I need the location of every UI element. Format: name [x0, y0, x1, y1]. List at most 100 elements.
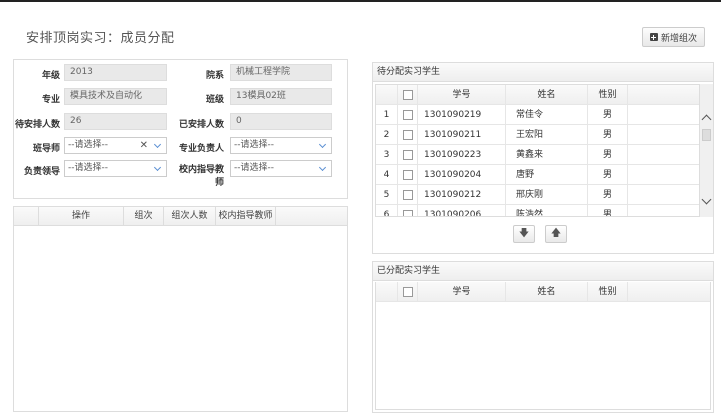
col-name[interactable]: 姓名	[506, 85, 588, 105]
group-grid: 操作 组次 组次人数 校内指导教师	[13, 206, 348, 412]
row-checkbox[interactable]	[403, 210, 413, 216]
student-id-cell: 1301090211	[418, 125, 506, 145]
name-cell: 常佳令	[506, 105, 588, 125]
select-all-cell	[398, 282, 418, 302]
name-cell: 黄鑫来	[506, 145, 588, 165]
move-down-button[interactable]: 🡇	[513, 225, 535, 243]
row-number: 2	[376, 125, 398, 145]
class-field: 13模具02班	[230, 88, 332, 105]
table-row[interactable]: 5 1301090212 邢庆刚男	[376, 185, 710, 205]
scroll-down-icon[interactable]	[701, 194, 712, 205]
chevron-down-icon[interactable]	[319, 164, 327, 172]
sex-cell: 男	[588, 145, 628, 165]
dept-label: 院系	[205, 71, 224, 81]
plus-icon	[649, 33, 658, 41]
class-teacher-value: --请选择--	[68, 140, 108, 150]
col-sex[interactable]: 性别	[588, 85, 628, 105]
row-number: 1	[376, 105, 398, 125]
row-select-cell	[398, 145, 418, 165]
row-checkbox[interactable]	[403, 190, 413, 200]
row-number: 4	[376, 165, 398, 185]
pending-students-title: 待分配实习学生	[373, 63, 713, 82]
scroll-up-icon[interactable]	[701, 114, 712, 125]
row-checkbox[interactable]	[403, 170, 413, 180]
name-cell: 陈浩然	[506, 205, 588, 216]
clear-icon[interactable]: ✕	[140, 138, 148, 153]
rownum-header	[14, 207, 39, 226]
pending-students-table: 学号 姓名 性别 1 1301090219 常佳令男 2 1301090211 王宏阳男 3…	[375, 84, 711, 217]
chevron-down-icon[interactable]	[154, 164, 162, 172]
col-sex[interactable]: 性别	[588, 282, 628, 302]
table-row[interactable]: 4 1301090204 唐野男	[376, 165, 710, 185]
leader-label: 负责领导	[23, 167, 60, 177]
add-group-label: 新增组次	[660, 33, 697, 44]
sex-cell: 男	[588, 105, 628, 125]
col-group-size[interactable]: 组次人数	[164, 207, 216, 226]
row-checkbox[interactable]	[403, 110, 413, 120]
col-group[interactable]: 组次	[124, 207, 164, 226]
sex-cell: 男	[588, 165, 628, 185]
col-campus-teacher[interactable]: 校内指导教师	[216, 207, 276, 226]
leader-select[interactable]: --请选择--	[64, 160, 167, 177]
sex-cell: 男	[588, 125, 628, 145]
name-cell: 王宏阳	[506, 125, 588, 145]
assigned-students-title: 已分配实习学生	[373, 262, 713, 281]
chevron-down-icon[interactable]	[319, 141, 327, 149]
name-cell: 邢庆刚	[506, 185, 588, 205]
student-id-cell: 1301090223	[418, 145, 506, 165]
class-teacher-label: 班导师	[32, 144, 60, 154]
row-number: 6	[376, 205, 398, 216]
student-id-cell: 1301090219	[418, 105, 506, 125]
table-row[interactable]: 3 1301090223 黄鑫来男	[376, 145, 710, 165]
table-row[interactable]: 2 1301090211 王宏阳男	[376, 125, 710, 145]
select-all-cell	[398, 85, 418, 105]
major-lead-select[interactable]: --请选择--	[230, 137, 332, 154]
major-lead-label: 专业负责人	[178, 144, 224, 154]
rownum-header	[376, 85, 398, 105]
grade-field: 2013	[64, 64, 167, 81]
class-label: 班级	[205, 95, 224, 105]
student-id-cell: 1301090212	[418, 185, 506, 205]
table-row[interactable]: 1 1301090219 常佳令男	[376, 105, 710, 125]
row-select-cell	[398, 205, 418, 216]
assignment-form: 年级 2013 院系 机械工程学院 专业 模具技术及自动化 班级 13模具02班…	[13, 59, 348, 199]
top-border	[0, 0, 721, 2]
pending-count-field: 26	[64, 113, 167, 130]
row-number: 5	[376, 185, 398, 205]
row-select-cell	[398, 165, 418, 185]
col-student-id[interactable]: 学号	[418, 282, 506, 302]
select-all-checkbox[interactable]	[403, 90, 413, 100]
major-label: 专业	[41, 95, 60, 105]
pending-count-label: 待安排人数	[14, 120, 60, 130]
move-up-button[interactable]: 🡅	[545, 225, 567, 243]
dept-field: 机械工程学院	[230, 64, 332, 81]
col-student-id[interactable]: 学号	[418, 85, 506, 105]
chevron-down-icon[interactable]	[154, 141, 162, 149]
select-all-checkbox[interactable]	[403, 287, 413, 297]
campus-teacher-select[interactable]: --请选择--	[230, 160, 332, 177]
row-checkbox[interactable]	[403, 150, 413, 160]
row-select-cell	[398, 185, 418, 205]
row-select-cell	[398, 125, 418, 145]
col-action[interactable]: 操作	[39, 207, 124, 226]
row-select-cell	[398, 105, 418, 125]
pending-table-header: 学号 姓名 性别	[376, 85, 710, 105]
pending-scrollbar[interactable]	[699, 84, 713, 217]
table-row[interactable]: 6 1301090206 陈浩然男	[376, 205, 710, 216]
class-teacher-select[interactable]: --请选择-- ✕	[64, 137, 167, 154]
add-group-button[interactable]: 新增组次	[642, 27, 705, 47]
campus-teacher-value: --请选择--	[234, 163, 274, 173]
name-cell: 唐野	[506, 165, 588, 185]
col-name[interactable]: 姓名	[506, 282, 588, 302]
row-checkbox[interactable]	[403, 130, 413, 140]
page-title: 安排顶岗实习：成员分配	[26, 31, 175, 46]
assigned-table-header: 学号 姓名 性别	[376, 282, 710, 302]
grade-label: 年级	[41, 71, 60, 81]
row-number: 3	[376, 145, 398, 165]
pending-students-panel: 待分配实习学生 学号 姓名 性别 1 1301090219 常佳令男 2 1301090…	[372, 62, 714, 254]
arranged-count-label: 已安排人数	[178, 120, 224, 130]
assigned-students-table: 学号 姓名 性别	[375, 282, 711, 410]
scroll-thumb[interactable]	[702, 129, 711, 141]
rownum-header	[376, 282, 398, 302]
sex-cell: 男	[588, 205, 628, 216]
